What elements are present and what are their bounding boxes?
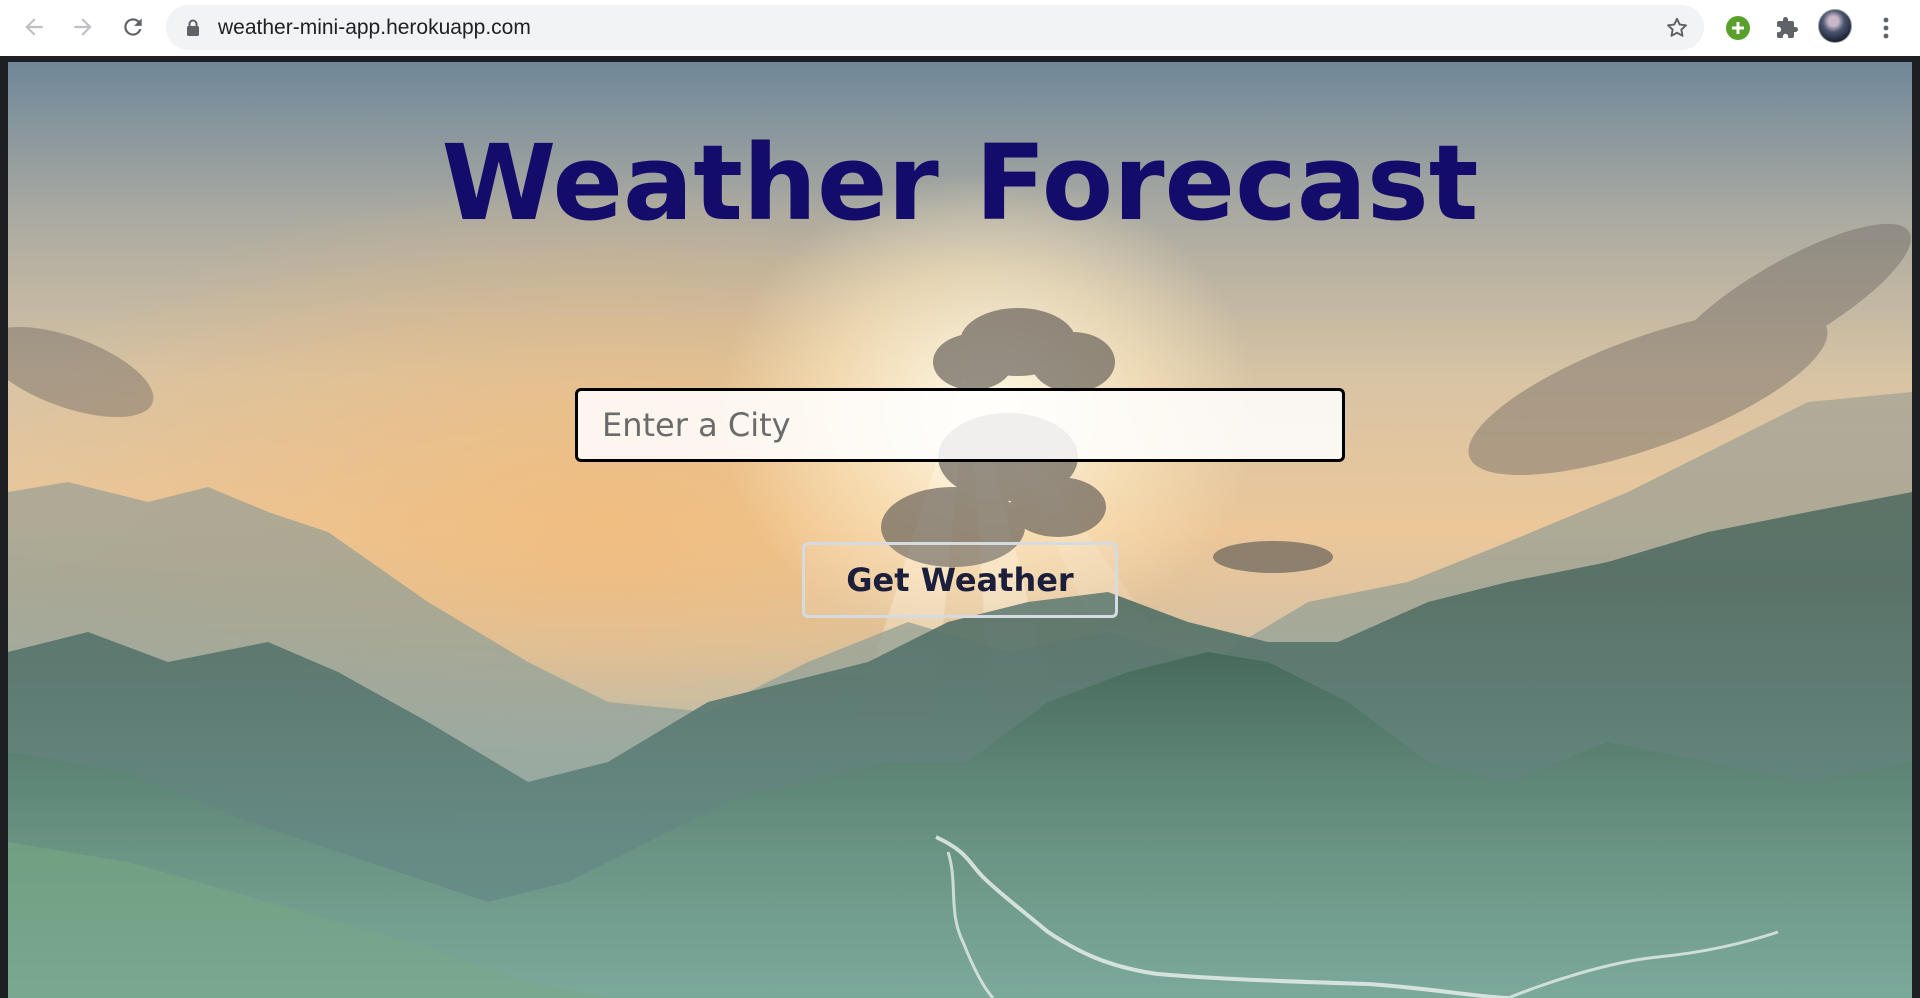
page-title: Weather Forecast — [441, 122, 1479, 244]
lock-icon — [187, 19, 199, 36]
kebab-menu-icon — [1883, 17, 1889, 39]
back-button[interactable] — [14, 7, 54, 47]
reload-button[interactable] — [113, 7, 153, 47]
mountain-background: Weather Forecast Get Weather — [8, 62, 1912, 998]
back-arrow-icon — [25, 18, 43, 36]
extensions-button[interactable] — [1768, 9, 1806, 47]
bookmark-star-icon[interactable] — [1664, 15, 1690, 41]
url-text: weather-mini-app.herokuapp.com — [218, 16, 531, 39]
puzzle-extensions-icon — [1777, 17, 1798, 38]
city-search-input[interactable] — [575, 388, 1345, 462]
browser-menu-button[interactable] — [1867, 9, 1905, 47]
browser-toolbar: weather-mini-app.herokuapp.com — [0, 0, 1920, 56]
forward-arrow-icon — [74, 18, 92, 36]
address-bar[interactable]: weather-mini-app.herokuapp.com — [166, 5, 1704, 50]
get-weather-button[interactable]: Get Weather — [802, 542, 1118, 618]
plus-extension-icon — [1726, 16, 1750, 40]
forward-button[interactable] — [63, 7, 103, 47]
plus-extension-button[interactable] — [1719, 9, 1757, 47]
page-viewport: Weather Forecast Get Weather — [0, 56, 1920, 998]
profile-avatar[interactable] — [1818, 9, 1852, 43]
reload-icon — [124, 18, 142, 36]
